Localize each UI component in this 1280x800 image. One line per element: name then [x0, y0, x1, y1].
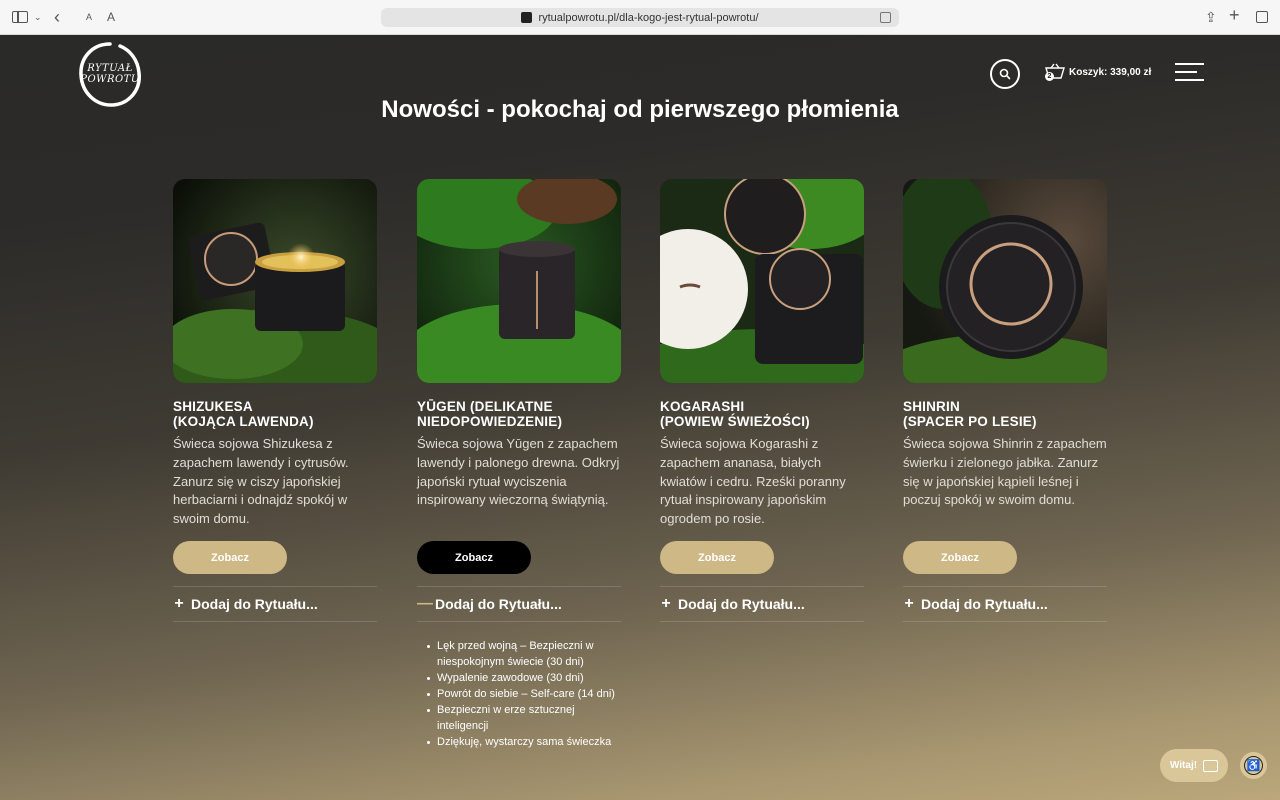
menu-button[interactable]: [1175, 63, 1204, 81]
cart-count-badge: 2: [1045, 72, 1054, 81]
product-title-line: SHIZUKESA: [173, 399, 253, 414]
divider: [173, 621, 377, 622]
add-to-ritual-label: Dodaj do Rytuału...: [191, 596, 318, 612]
logo-line-1: RYTUAŁ: [87, 63, 133, 74]
ritual-option[interactable]: Wypalenie zawodowe (30 dni): [427, 670, 617, 686]
page: RYTUAŁ POWROTU 2 Koszyk: 339,00 zł Nowoś…: [0, 35, 1280, 800]
search-button[interactable]: [990, 59, 1020, 89]
view-product-button[interactable]: Zobacz: [903, 541, 1017, 574]
product-image[interactable]: [660, 179, 864, 383]
product-title-line: KOGARASHI: [660, 399, 745, 414]
site-favicon-icon: [521, 12, 533, 23]
minus-icon: —: [417, 595, 433, 612]
divider: [903, 621, 1107, 622]
product-image[interactable]: [173, 179, 377, 383]
product-card: SHIZUKESA (KOJĄCA LAWENDA) Świeca sojowa…: [173, 179, 377, 622]
menu-line-icon: [1175, 71, 1197, 73]
product-title[interactable]: KOGARASHI (POWIEW ŚWIEŻOŚCI): [660, 399, 864, 429]
chevron-down-icon[interactable]: ⌄: [34, 8, 42, 26]
ritual-option[interactable]: Powrót do siebie – Self-care (14 dni): [427, 686, 617, 702]
tab-overview-icon[interactable]: [1256, 11, 1268, 23]
reader-mode-icon[interactable]: [880, 12, 891, 23]
product-description: Świeca sojowa Shinrin z zapachem świerku…: [903, 436, 1107, 508]
accessibility-button[interactable]: ♿: [1240, 752, 1267, 779]
product-title[interactable]: SHINRIN (SPACER PO LESIE): [903, 399, 1107, 429]
text-larger-icon[interactable]: A: [107, 8, 115, 26]
add-to-ritual-label: Dodaj do Rytuału...: [921, 596, 1048, 612]
add-to-ritual-label: Dodaj do Rytuału...: [678, 596, 805, 612]
product-description: Świeca sojowa Shizukesa z zapachem lawen…: [173, 436, 349, 527]
text-smaller-icon[interactable]: A: [86, 8, 92, 26]
ritual-option[interactable]: Lęk przed wojną – Bezpieczni w niespokoj…: [427, 638, 617, 670]
product-description: Świeca sojowa Kogarashi z zapachem anana…: [660, 436, 846, 527]
share-icon[interactable]: ⇪: [1205, 8, 1217, 26]
plus-icon: +: [904, 595, 914, 612]
logo-text: RYTUAŁ POWROTU: [75, 63, 145, 85]
product-title[interactable]: SHIZUKESA (KOJĄCA LAWENDA): [173, 399, 377, 429]
cart-label: Koszyk: 339,00 zł: [1069, 66, 1152, 78]
cart-link[interactable]: 2 Koszyk: 339,00 zł: [1045, 63, 1151, 81]
view-product-button[interactable]: Zobacz: [417, 541, 531, 574]
plus-icon: +: [174, 595, 184, 612]
back-arrow-icon[interactable]: ‹: [54, 7, 60, 27]
product-card: KOGARASHI (POWIEW ŚWIEŻOŚCI) Świeca sojo…: [660, 179, 864, 622]
divider: [417, 586, 621, 587]
add-to-ritual-toggle[interactable]: + Dodaj do Rytuału...: [903, 595, 1048, 613]
address-bar-url: rytualpowrotu.pl/dla-kogo-jest-rytual-po…: [538, 11, 759, 24]
new-tab-icon[interactable]: +: [1229, 5, 1240, 25]
product-image[interactable]: [417, 179, 621, 383]
divider: [173, 586, 377, 587]
menu-line-icon: [1175, 63, 1204, 65]
chat-label: Witaj!: [1169, 760, 1198, 771]
ritual-options-list: Lęk przed wojną – Bezpieczni w niespokoj…: [427, 638, 617, 750]
menu-line-icon: [1175, 79, 1204, 81]
basket-icon: 2: [1045, 63, 1065, 81]
product-title-line: YŪGEN (DELIKATNE: [417, 399, 553, 414]
product-title-line: SHINRIN: [903, 399, 960, 414]
ritual-option[interactable]: Dziękuję, wystarczy sama świeczka: [427, 734, 617, 750]
view-product-button[interactable]: Zobacz: [660, 541, 774, 574]
sidebar-toggle-icon[interactable]: [12, 11, 28, 23]
search-icon: [999, 68, 1011, 80]
accessibility-icon: ♿: [1244, 756, 1263, 775]
plus-icon: +: [661, 595, 671, 612]
logo-line-2: POWROTU: [80, 74, 140, 85]
product-title-line: (POWIEW ŚWIEŻOŚCI): [660, 414, 810, 429]
add-to-ritual-toggle[interactable]: — Dodaj do Rytuału...: [417, 595, 562, 613]
add-to-ritual-label: Dodaj do Rytuału...: [435, 596, 562, 612]
product-description: Świeca sojowa Yūgen z zapachem lawendy i…: [417, 436, 620, 508]
product-card: SHINRIN (SPACER PO LESIE) Świeca sojowa …: [903, 179, 1107, 622]
view-product-button[interactable]: Zobacz: [173, 541, 287, 574]
product-title[interactable]: YŪGEN (DELIKATNE NIEDOPOWIEDZENIE): [417, 399, 621, 429]
divider: [417, 621, 621, 622]
product-card: YŪGEN (DELIKATNE NIEDOPOWIEDZENIE) Świec…: [417, 179, 621, 622]
add-to-ritual-toggle[interactable]: + Dodaj do Rytuału...: [660, 595, 805, 613]
product-title-line: (SPACER PO LESIE): [903, 414, 1037, 429]
product-title-line: NIEDOPOWIEDZENIE): [417, 414, 563, 429]
ritual-option[interactable]: Bezpieczni w erze sztucznej inteligencji: [427, 702, 617, 734]
browser-toolbar: ⌄ ‹ A A rytualpowrotu.pl/dla-kogo-jest-r…: [0, 0, 1280, 35]
divider: [660, 621, 864, 622]
chat-widget-button[interactable]: Witaj!: [1160, 749, 1228, 782]
add-to-ritual-toggle[interactable]: + Dodaj do Rytuału...: [173, 595, 318, 613]
section-heading: Nowości - pokochaj od pierwszego płomien…: [381, 96, 899, 123]
chat-bubble-icon: [1203, 759, 1219, 772]
divider: [660, 586, 864, 587]
divider: [903, 586, 1107, 587]
product-title-line: (KOJĄCA LAWENDA): [173, 414, 314, 429]
address-bar[interactable]: rytualpowrotu.pl/dla-kogo-jest-rytual-po…: [381, 8, 899, 27]
product-image[interactable]: [903, 179, 1107, 383]
